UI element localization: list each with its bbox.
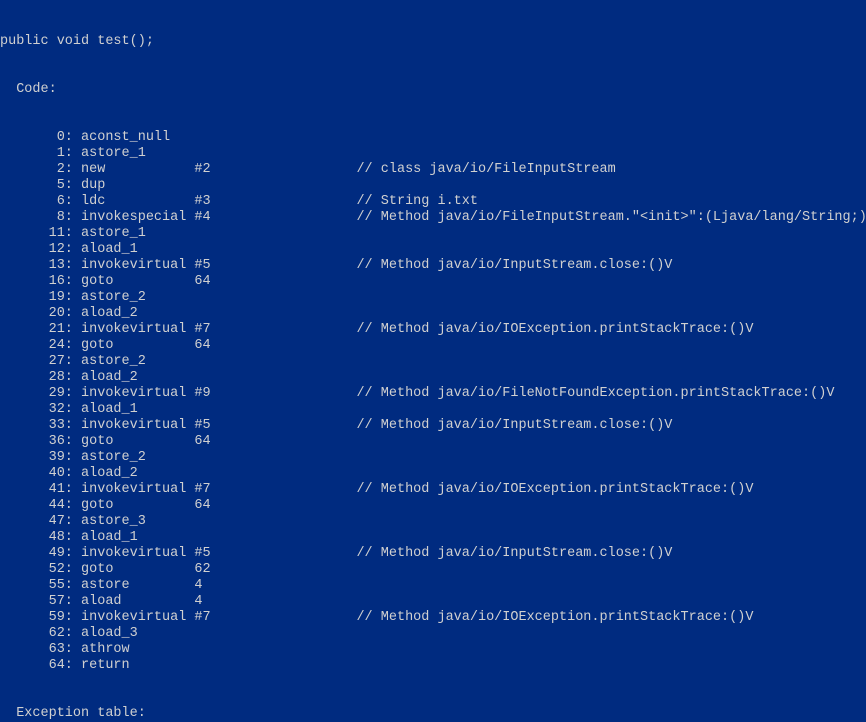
bytecode-line: 24: goto 64 (0, 338, 866, 354)
bytecode-line: 39: astore_2 (0, 450, 866, 466)
bytecode-line: 49: invokevirtual #5 // Method java/io/I… (0, 546, 866, 562)
bytecode-line: 59: invokevirtual #7 // Method java/io/I… (0, 610, 866, 626)
bytecode-line: 36: goto 64 (0, 434, 866, 450)
bytecode-line: 1: astore_1 (0, 146, 866, 162)
bytecode-line: 11: astore_1 (0, 226, 866, 242)
terminal-output: public void test(); Code: 0: aconst_null… (0, 0, 866, 722)
bytecode-line: 33: invokevirtual #5 // Method java/io/I… (0, 418, 866, 434)
bytecode-line: 5: dup (0, 178, 866, 194)
bytecode-line: 13: invokevirtual #5 // Method java/io/I… (0, 258, 866, 274)
bytecode-line: 64: return (0, 658, 866, 674)
bytecode-line: 41: invokevirtual #7 // Method java/io/I… (0, 482, 866, 498)
bytecode-line: 28: aload_2 (0, 370, 866, 386)
code-label: Code: (0, 82, 866, 98)
bytecode-line: 0: aconst_null (0, 130, 866, 146)
bytecode-line: 32: aload_1 (0, 402, 866, 418)
bytecode-line: 52: goto 62 (0, 562, 866, 578)
bytecode-line: 8: invokespecial #4 // Method java/io/Fi… (0, 210, 866, 226)
bytecode-line: 19: astore_2 (0, 290, 866, 306)
exception-table-label: Exception table: (0, 706, 866, 722)
bytecode-line: 2: new #2 // class java/io/FileInputStre… (0, 162, 866, 178)
bytecode-line: 47: astore_3 (0, 514, 866, 530)
bytecode-line: 44: goto 64 (0, 498, 866, 514)
bytecode-line: 29: invokevirtual #9 // Method java/io/F… (0, 386, 866, 402)
bytecode-line: 55: astore 4 (0, 578, 866, 594)
bytecode-line: 63: athrow (0, 642, 866, 658)
bytecode-line: 6: ldc #3 // String i.txt (0, 194, 866, 210)
bytecode-line: 62: aload_3 (0, 626, 866, 642)
method-signature: public void test(); (0, 34, 866, 50)
bytecode-line: 21: invokevirtual #7 // Method java/io/I… (0, 322, 866, 338)
bytecode-line: 48: aload_1 (0, 530, 866, 546)
bytecode-line: 57: aload 4 (0, 594, 866, 610)
bytecode-line: 27: astore_2 (0, 354, 866, 370)
bytecode-line: 16: goto 64 (0, 274, 866, 290)
bytecode-line: 20: aload_2 (0, 306, 866, 322)
bytecode-line: 40: aload_2 (0, 466, 866, 482)
bytecode-line: 12: aload_1 (0, 242, 866, 258)
bytecode-instructions: 0: aconst_null 1: astore_1 2: new #2 // … (0, 130, 866, 674)
